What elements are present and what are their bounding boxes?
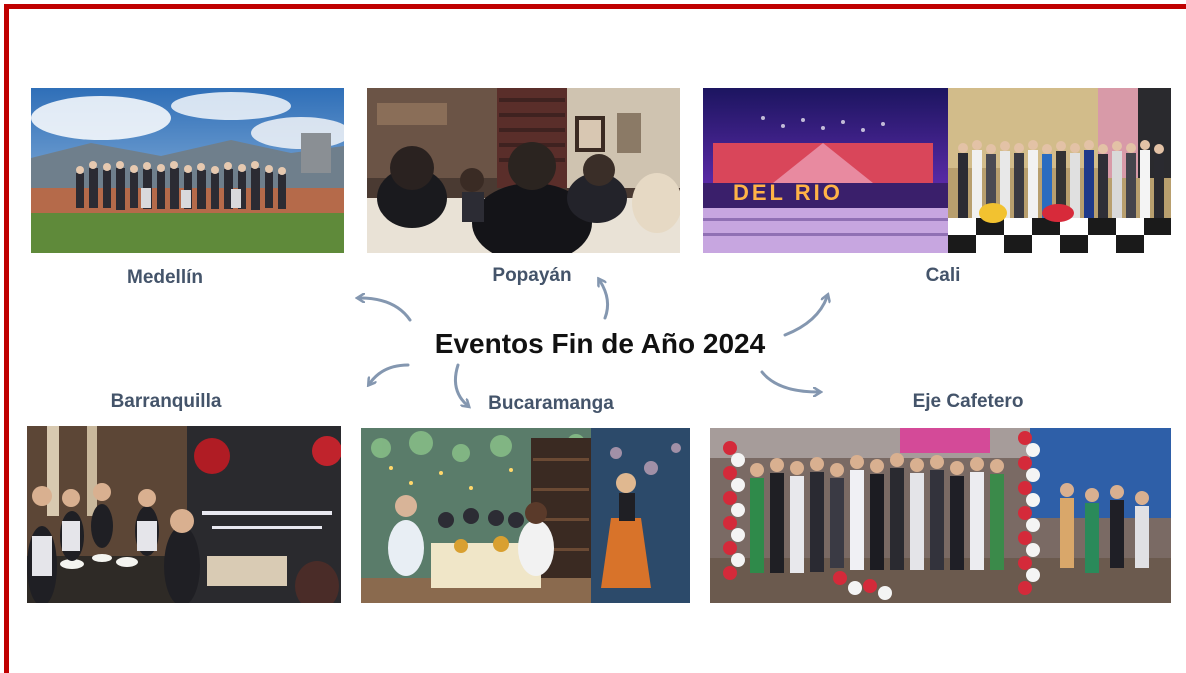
arrow-to-cali	[783, 297, 827, 337]
photo-popayan	[367, 88, 680, 253]
photo-barranquilla	[27, 426, 341, 603]
photo-medellin	[31, 88, 344, 253]
photo-bucaramanga	[361, 428, 690, 603]
arrow-to-bucaramanga	[454, 363, 467, 405]
frame-left-border	[4, 4, 9, 673]
arrow-to-eje-cafetero	[760, 370, 818, 392]
page-title: Eventos Fin de Año 2024	[434, 328, 766, 359]
sign-text: DEL RIO	[733, 180, 843, 205]
frame-top-border	[4, 4, 1186, 9]
city-label-eje-cafetero: Eje Cafetero	[912, 391, 1024, 412]
photo-eje-cafetero	[710, 428, 1171, 603]
arrow-to-barranquilla	[370, 363, 410, 383]
arrow-to-medellin	[360, 298, 412, 322]
photo-cali-stage: DEL RIO	[703, 88, 948, 253]
city-label-medellin: Medellín	[126, 267, 204, 288]
city-label-popayan: Popayán	[492, 265, 572, 286]
arrow-to-popayan	[600, 281, 610, 320]
city-label-cali: Cali	[925, 265, 961, 286]
city-label-bucaramanga: Bucaramanga	[488, 393, 614, 414]
city-label-barranquilla: Barranquilla	[110, 391, 222, 412]
photo-cali-group	[948, 88, 1171, 253]
